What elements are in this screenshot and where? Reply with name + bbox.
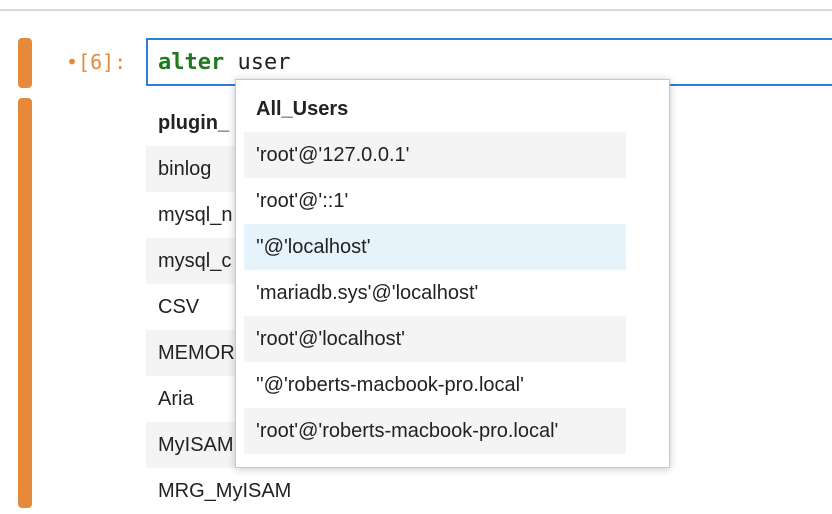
autocomplete-item[interactable]: 'root'@'::1'	[244, 178, 626, 224]
autocomplete-popup: All_Users 'root'@'127.0.0.1' 'root'@'::1…	[235, 79, 670, 468]
autocomplete-item[interactable]: 'root'@'127.0.0.1'	[244, 132, 626, 178]
code-line[interactable]: alter user	[158, 49, 290, 77]
autocomplete-item[interactable]: ''@'roberts-macbook-pro.local'	[244, 362, 626, 408]
cell-prompt: •[6]:	[66, 50, 127, 74]
output-cell-collapser[interactable]	[18, 98, 32, 508]
autocomplete-item[interactable]: 'root'@'localhost'	[244, 316, 626, 362]
code-keyword: alter	[158, 50, 225, 75]
input-cell-collapser[interactable]	[18, 38, 32, 88]
autocomplete-item[interactable]: 'root'@'roberts-macbook-pro.local'	[244, 408, 626, 454]
autocomplete-list: 'root'@'127.0.0.1' 'root'@'::1' ''@'loca…	[244, 132, 626, 454]
code-text: user	[224, 50, 291, 75]
autocomplete-item[interactable]: 'mariadb.sys'@'localhost'	[244, 270, 626, 316]
autocomplete-item-active[interactable]: ''@'localhost'	[244, 224, 626, 270]
table-row: MRG_MyISAM	[158, 480, 292, 502]
top-divider	[0, 0, 832, 11]
autocomplete-title: All_Users	[256, 98, 349, 120]
